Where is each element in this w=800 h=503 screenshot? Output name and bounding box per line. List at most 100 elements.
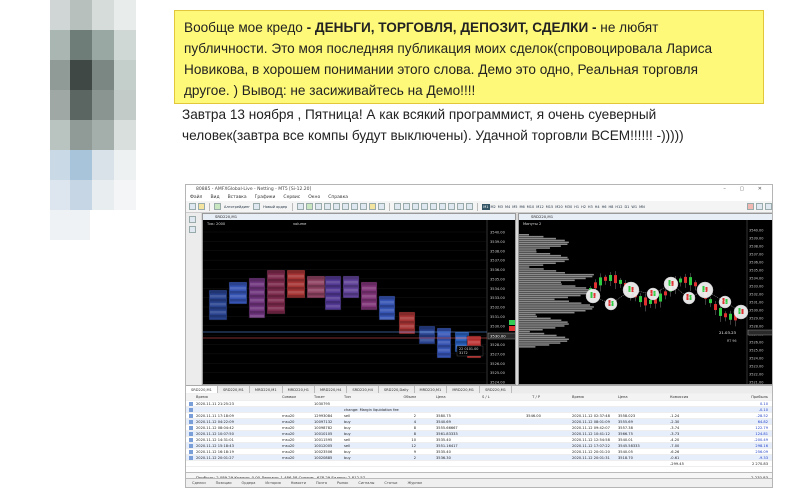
timeframe-h2[interactable]: H2 <box>580 204 587 210</box>
col-tp[interactable]: T / P <box>526 395 540 399</box>
horizontal-line-icon[interactable] <box>421 203 429 210</box>
chart-tab-1[interactable]: SRD220,M1 <box>218 386 250 393</box>
toolbox-tab-0[interactable]: Сделки <box>192 481 206 485</box>
left-chart-canvas[interactable]: Тик: 2000 volume 3540.00 3539.00 3538.00 3537… <box>203 220 516 385</box>
chart-tab-5[interactable]: SRD220,H4 <box>347 386 379 393</box>
timeframe-h8[interactable]: H8 <box>608 204 615 210</box>
chart-tab-3[interactable]: MRD220,H1 <box>283 386 315 393</box>
candle-body <box>679 278 682 283</box>
toolbox-tab-1[interactable]: Позиции <box>216 481 232 485</box>
toolbox-tab-5[interactable]: Почта <box>316 481 327 485</box>
chart-tab-9[interactable]: SRD220,M1 <box>480 386 513 393</box>
menu-item-2[interactable]: Вставка <box>228 195 247 200</box>
indicators-icon[interactable] <box>369 203 377 210</box>
timeframe-m20[interactable]: M20 <box>554 204 563 210</box>
timeframe-m15[interactable]: M15 <box>545 204 554 210</box>
fibo-icon[interactable] <box>448 203 456 210</box>
menu-item-1[interactable]: Вид <box>210 195 219 200</box>
timeframe-m5[interactable]: M5 <box>511 204 518 210</box>
templates-icon[interactable] <box>378 203 386 210</box>
timeframe-h3[interactable]: H3 <box>587 204 594 210</box>
col-time[interactable]: Время <box>196 395 208 399</box>
grid-icon[interactable] <box>342 203 350 210</box>
col-commission[interactable]: Комиссия <box>670 395 688 399</box>
chart-tab-7[interactable]: MRD220,M1 <box>415 386 448 393</box>
bar-chart-icon[interactable] <box>297 203 305 210</box>
line-chart-icon[interactable] <box>315 203 323 210</box>
text-icon[interactable] <box>457 203 465 210</box>
deal-icon <box>189 408 193 412</box>
col-price-close[interactable]: Цена <box>618 395 628 399</box>
col-type[interactable]: Тип <box>344 395 351 399</box>
col-symbol[interactable]: Символ <box>282 395 296 399</box>
col-sl[interactable]: S / L <box>482 395 490 399</box>
timeframe-m12[interactable]: M12 <box>535 204 544 210</box>
volume-profile-bar <box>519 281 561 283</box>
new-chart-icon[interactable] <box>189 203 196 210</box>
col-ticket[interactable]: Тикет <box>314 395 325 399</box>
timeframe-h6[interactable]: H6 <box>601 204 608 210</box>
col-profit[interactable]: Прибыль <box>738 395 768 399</box>
toolbox-tab-3[interactable]: История <box>265 481 280 485</box>
cell-profit: 298.16 <box>755 444 768 448</box>
right-chart-canvas[interactable]: Минуты 2 3540.00 3539.00 3538.00 3537.00 3536… <box>519 220 773 385</box>
chart-tab-4[interactable]: MRD220,H4 <box>315 386 348 393</box>
new-order-button[interactable]: Новый ордер <box>262 204 288 210</box>
timeframe-m6[interactable]: M6 <box>519 204 526 210</box>
timeframe-m10[interactable]: M10 <box>526 204 535 210</box>
signal-icon[interactable] <box>747 203 754 210</box>
timeframe-m4[interactable]: M4 <box>504 204 511 210</box>
left-price-label: 3531.00 <box>490 315 506 319</box>
crosshair-icon[interactable] <box>403 203 411 210</box>
profiles-icon[interactable] <box>198 203 205 210</box>
timeframe-mn[interactable]: MN <box>638 204 646 210</box>
algo-trading-button[interactable]: Алготрейдинг <box>223 204 251 210</box>
vertical-line-icon[interactable] <box>412 203 420 210</box>
toolstrip-market-icon[interactable] <box>189 216 196 223</box>
timeframe-m30[interactable]: M30 <box>564 204 573 210</box>
toolbox-tab-9[interactable]: Журнал <box>407 481 422 485</box>
trendline-icon[interactable] <box>430 203 438 210</box>
search-icon[interactable] <box>756 203 763 210</box>
timeframe-h1[interactable]: H1 <box>573 204 580 210</box>
timeframe-m3[interactable]: M3 <box>497 204 504 210</box>
candles-icon[interactable] <box>306 203 314 210</box>
autoscroll-icon[interactable] <box>351 203 359 210</box>
toolstrip-navigator-icon[interactable] <box>189 226 196 233</box>
toolbox-tab-7[interactable]: Сигналы <box>358 481 374 485</box>
timeframe-m2[interactable]: M2 <box>490 204 497 210</box>
chart-shift-icon[interactable] <box>360 203 368 210</box>
window-controls-icon[interactable]: – ▢ ✕ <box>723 186 768 192</box>
chart-tab-6[interactable]: SRD220,Daily <box>379 386 415 393</box>
timeframe-h12[interactable]: H12 <box>614 204 623 210</box>
timeframe-h4[interactable]: H4 <box>594 204 601 210</box>
channel-icon[interactable] <box>439 203 447 210</box>
menu-item-3[interactable]: Графики <box>255 195 276 200</box>
toolbox-tab-6[interactable]: Рынок <box>337 481 348 485</box>
cursor-icon[interactable] <box>394 203 402 210</box>
settings-icon[interactable] <box>765 203 772 210</box>
menu-item-0[interactable]: Файл <box>190 195 202 200</box>
zoom-in-icon[interactable] <box>324 203 332 210</box>
algo-trading-icon[interactable] <box>214 203 221 210</box>
timeframe-m1[interactable]: M1 <box>482 203 490 210</box>
left-chart-window[interactable]: SRD220,M1 Тик: 2000 volume 3540.00 3539.00 3… <box>202 213 516 385</box>
chart-tab-2[interactable]: MRD220,M1 <box>250 386 283 393</box>
chart-tab-8[interactable]: MRD220,M1 <box>447 386 481 393</box>
toolbox-tab-8[interactable]: Статьи <box>384 481 397 485</box>
right-chart-window[interactable]: SRD220,M1 Минуты 2 3540.00 3539.00 3538.00 3… <box>518 213 773 385</box>
shapes-icon[interactable] <box>466 203 474 210</box>
menu-item-4[interactable]: Сервис <box>283 195 300 200</box>
col-price[interactable]: Цена <box>436 395 446 399</box>
menu-item-5[interactable]: Окно <box>308 195 320 200</box>
timeframe-d1[interactable]: D1 <box>623 204 630 210</box>
zoom-out-icon[interactable] <box>333 203 341 210</box>
toolbox-tab-2[interactable]: Ордера <box>242 481 256 485</box>
toolbox-tab-4[interactable]: Новости <box>291 481 306 485</box>
timeframe-w1[interactable]: W1 <box>630 204 638 210</box>
menu-item-6[interactable]: Справка <box>328 195 348 200</box>
new-order-icon[interactable] <box>253 203 261 210</box>
col-time-close[interactable]: Время <box>572 395 584 399</box>
chart-tab-0[interactable]: SRD220,M1 <box>186 386 218 393</box>
col-volume[interactable]: Объем <box>396 395 416 399</box>
